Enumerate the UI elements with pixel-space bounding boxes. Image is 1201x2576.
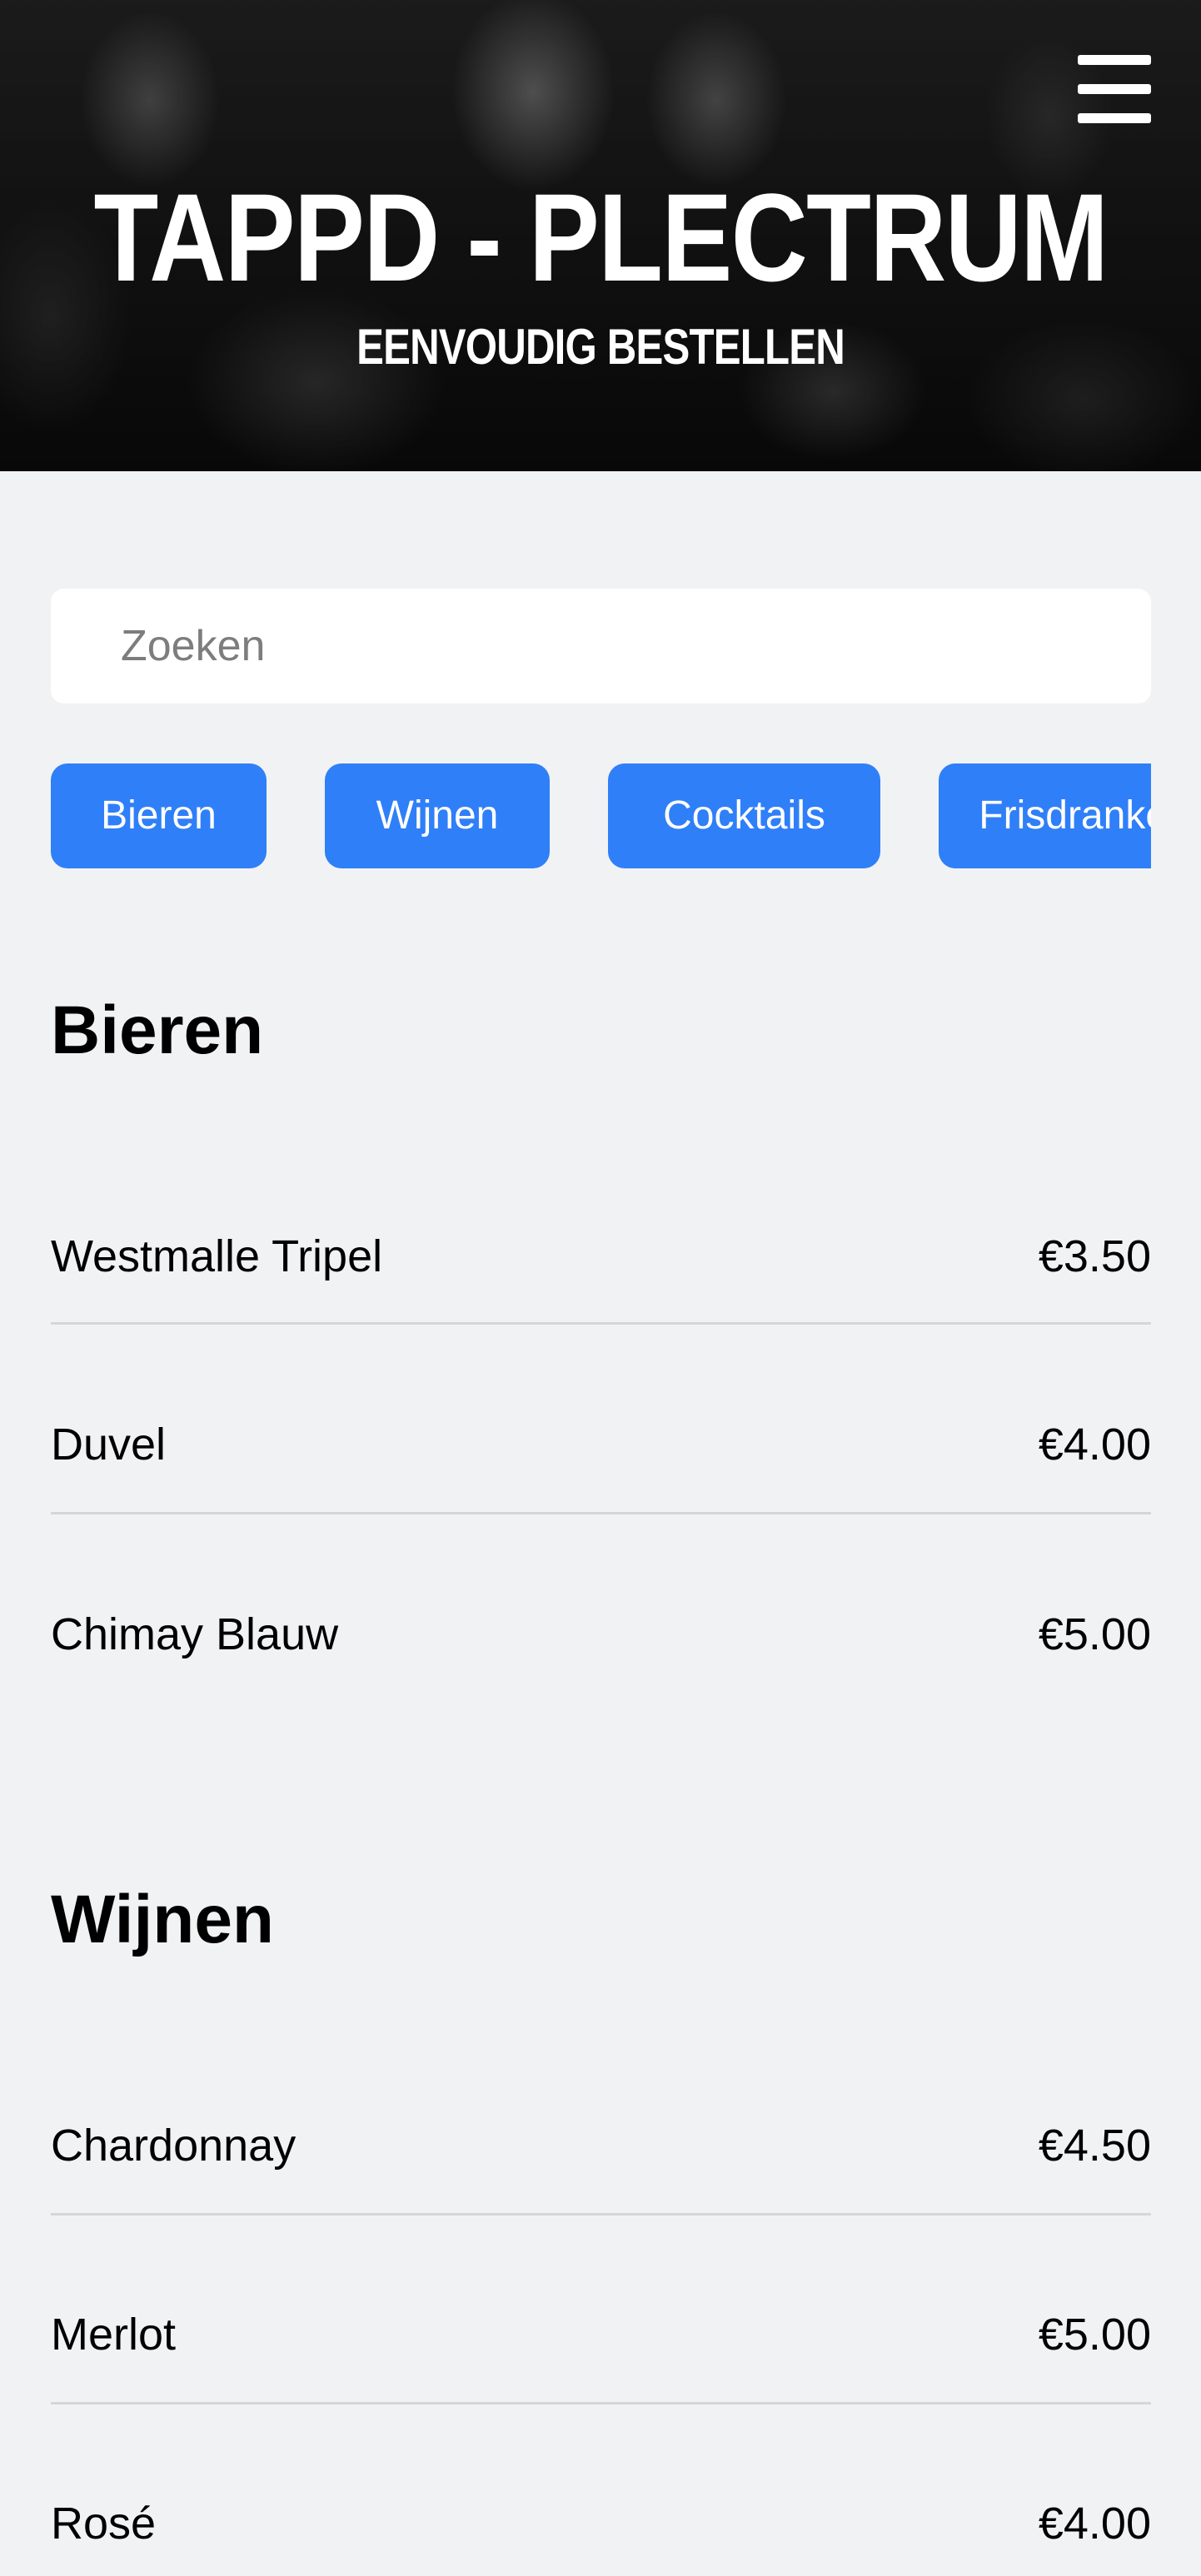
menu-item-price: €4.50 [1038,2121,1151,2171]
menu-item-price: €4.00 [1038,2499,1151,2549]
menu-item-name: Merlot [51,2310,177,2360]
section-title-bieren: Bieren [51,992,264,1068]
menu-item-divider [51,2213,1151,2215]
menu-item[interactable]: Chardonnay €4.50 [51,2051,1151,2240]
page-title: TAPPD - PLECTRUM [93,167,1109,307]
category-chips: Bieren Wijnen Cocktails Frisdranken [51,763,1151,868]
category-chip-frisdranken[interactable]: Frisdranken [939,763,1151,868]
menu-item-name: Chimay Blauw [51,1609,339,1659]
menu-item[interactable]: Merlot €5.00 [51,2240,1151,2429]
category-chip-cocktails[interactable]: Cocktails [608,763,880,868]
menu-item-price: €3.50 [1038,1231,1151,1281]
menu-icon-bar-top [1078,55,1151,65]
menu-item-price: €4.00 [1038,1420,1151,1470]
menu-item-divider [51,2402,1151,2404]
hero-header: TAPPD - PLECTRUM EENVOUDIG BESTELLEN [0,0,1201,471]
menu-item-name: Rosé [51,2499,157,2549]
page-subtitle: EENVOUDIG BESTELLEN [356,319,845,375]
category-chip-wijnen[interactable]: Wijnen [325,763,550,868]
menu-item-name: Chardonnay [51,2121,297,2171]
menu-item-divider [51,1322,1151,1325]
menu-icon-bar-middle [1078,84,1151,94]
menu-item-name: Duvel [51,1420,167,1470]
menu-item[interactable]: Chimay Blauw €5.00 [51,1540,1151,1728]
hamburger-menu-icon[interactable] [1074,53,1154,125]
category-chip-bieren[interactable]: Bieren [51,763,267,868]
menu-item-price: €5.00 [1038,2310,1151,2360]
menu-item-divider [51,1512,1151,1514]
menu-item[interactable]: Duvel €4.00 [51,1350,1151,1539]
menu-item[interactable]: Rosé €4.00 [51,2429,1151,2576]
menu-icon-bar-bottom [1078,113,1151,123]
menu-item-name: Westmalle Tripel [51,1231,383,1281]
search-input[interactable] [51,589,1151,704]
menu-item-price: €5.00 [1038,1609,1151,1659]
section-title-wijnen: Wijnen [51,1882,275,1957]
